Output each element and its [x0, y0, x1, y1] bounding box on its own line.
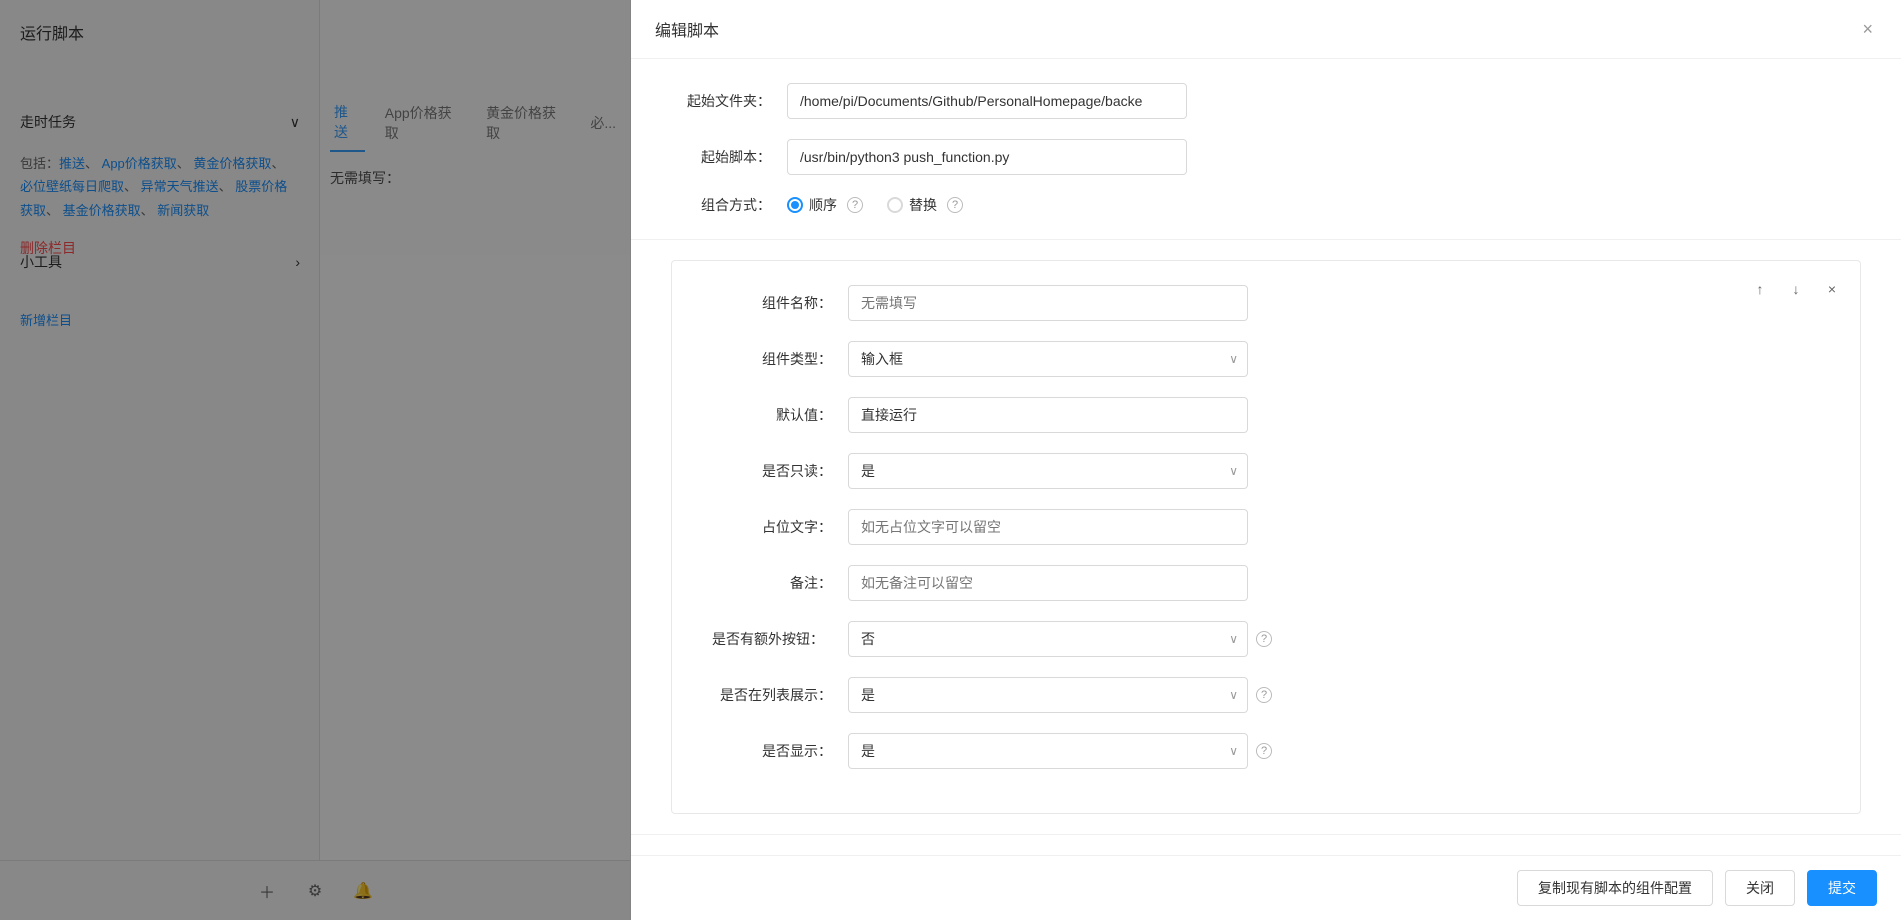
sequential-help-icon[interactable]: ? — [847, 197, 863, 213]
readonly-row: 是否只读： 是 否 ∨ — [712, 453, 1820, 489]
list-display-row: 是否在列表展示： 是 否 ∨ ? — [712, 677, 1820, 713]
add-param-bar: + 添加参数 — [631, 834, 1901, 855]
component-name-input[interactable] — [848, 285, 1248, 321]
start-folder-label: 起始文件夹： — [671, 91, 771, 111]
component-type-select[interactable]: 输入框 下拉框 多行文本 — [848, 341, 1248, 377]
list-display-select[interactable]: 是 否 — [848, 677, 1248, 713]
extra-btn-select-wrapper: 否 是 ∨ — [848, 621, 1248, 657]
modal-close-button[interactable]: × — [1858, 16, 1877, 42]
show-label: 是否显示： — [712, 741, 832, 761]
list-display-select-wrapper: 是 否 ∨ — [848, 677, 1248, 713]
delete-component-button[interactable]: × — [1820, 277, 1844, 301]
component-type-row: 组件类型： 输入框 下拉框 多行文本 ∨ — [712, 341, 1820, 377]
radio-replace-circle — [887, 197, 903, 213]
start-folder-row: 起始文件夹： — [671, 83, 1861, 119]
list-display-help-icon[interactable]: ? — [1256, 687, 1272, 703]
modal-title: 编辑脚本 — [655, 17, 719, 41]
show-select-wrapper: 是 否 ∨ — [848, 733, 1248, 769]
start-folder-input[interactable] — [787, 83, 1187, 119]
extra-btn-help-icon[interactable]: ? — [1256, 631, 1272, 647]
component-name-row: 组件名称： — [712, 285, 1820, 321]
show-select[interactable]: 是 否 — [848, 733, 1248, 769]
start-script-input[interactable] — [787, 139, 1187, 175]
component-type-select-wrapper: 输入框 下拉框 多行文本 ∨ — [848, 341, 1248, 377]
replace-help-icon[interactable]: ? — [947, 197, 963, 213]
radio-sequential-dot — [791, 201, 799, 209]
extra-btn-label: 是否有额外按钮： — [712, 629, 832, 649]
submit-button[interactable]: 提交 — [1807, 870, 1877, 906]
list-display-label: 是否在列表展示： — [712, 685, 832, 705]
radio-replace-label: 替换 — [909, 195, 937, 215]
component-type-label: 组件类型： — [712, 349, 832, 369]
readonly-select-wrapper: 是 否 ∨ — [848, 453, 1248, 489]
radio-replace[interactable]: 替换 ? — [887, 195, 963, 215]
modal-footer: 复制现有脚本的组件配置 关闭 提交 — [631, 855, 1901, 920]
show-row: 是否显示： 是 否 ∨ ? — [712, 733, 1820, 769]
radio-sequential[interactable]: 顺序 ? — [787, 195, 863, 215]
show-help-icon[interactable]: ? — [1256, 743, 1272, 759]
combine-radio-group: 顺序 ? 替换 ? — [787, 195, 963, 215]
component-name-label: 组件名称： — [712, 293, 832, 313]
start-script-label: 起始脚本： — [671, 147, 771, 167]
component-section: ↑ ↓ × 组件名称： 组件类型： 输入框 下拉框 多 — [671, 260, 1861, 814]
move-up-button[interactable]: ↑ — [1748, 277, 1772, 301]
remark-label: 备注： — [712, 573, 832, 593]
modal-body: 起始文件夹： 起始脚本： 组合方式： 顺序 ? — [631, 59, 1901, 855]
combine-method-row: 组合方式： 顺序 ? 替换 ? — [671, 195, 1861, 215]
edit-script-modal: 编辑脚本 × 起始文件夹： 起始脚本： 组合方式： — [631, 0, 1901, 920]
component-actions: ↑ ↓ × — [1748, 277, 1844, 301]
readonly-label: 是否只读： — [712, 461, 832, 481]
placeholder-input[interactable] — [848, 509, 1248, 545]
default-value-row: 默认值： — [712, 397, 1820, 433]
remark-row: 备注： — [712, 565, 1820, 601]
placeholder-label: 占位文字： — [712, 517, 832, 537]
radio-sequential-label: 顺序 — [809, 195, 837, 215]
readonly-select[interactable]: 是 否 — [848, 453, 1248, 489]
radio-sequential-circle — [787, 197, 803, 213]
top-section: 起始文件夹： 起始脚本： 组合方式： 顺序 ? — [631, 59, 1901, 240]
default-value-label: 默认值： — [712, 405, 832, 425]
move-down-button[interactable]: ↓ — [1784, 277, 1808, 301]
remark-input[interactable] — [848, 565, 1248, 601]
placeholder-row: 占位文字： — [712, 509, 1820, 545]
extra-btn-row: 是否有额外按钮： 否 是 ∨ ? — [712, 621, 1820, 657]
start-script-row: 起始脚本： — [671, 139, 1861, 175]
component-form: 组件名称： 组件类型： 输入框 下拉框 多行文本 ∨ — [672, 261, 1860, 813]
close-button[interactable]: 关闭 — [1725, 870, 1795, 906]
default-value-input[interactable] — [848, 397, 1248, 433]
copy-config-button[interactable]: 复制现有脚本的组件配置 — [1517, 870, 1713, 906]
extra-btn-select[interactable]: 否 是 — [848, 621, 1248, 657]
modal-header: 编辑脚本 × — [631, 0, 1901, 59]
combine-method-label: 组合方式： — [671, 195, 771, 215]
